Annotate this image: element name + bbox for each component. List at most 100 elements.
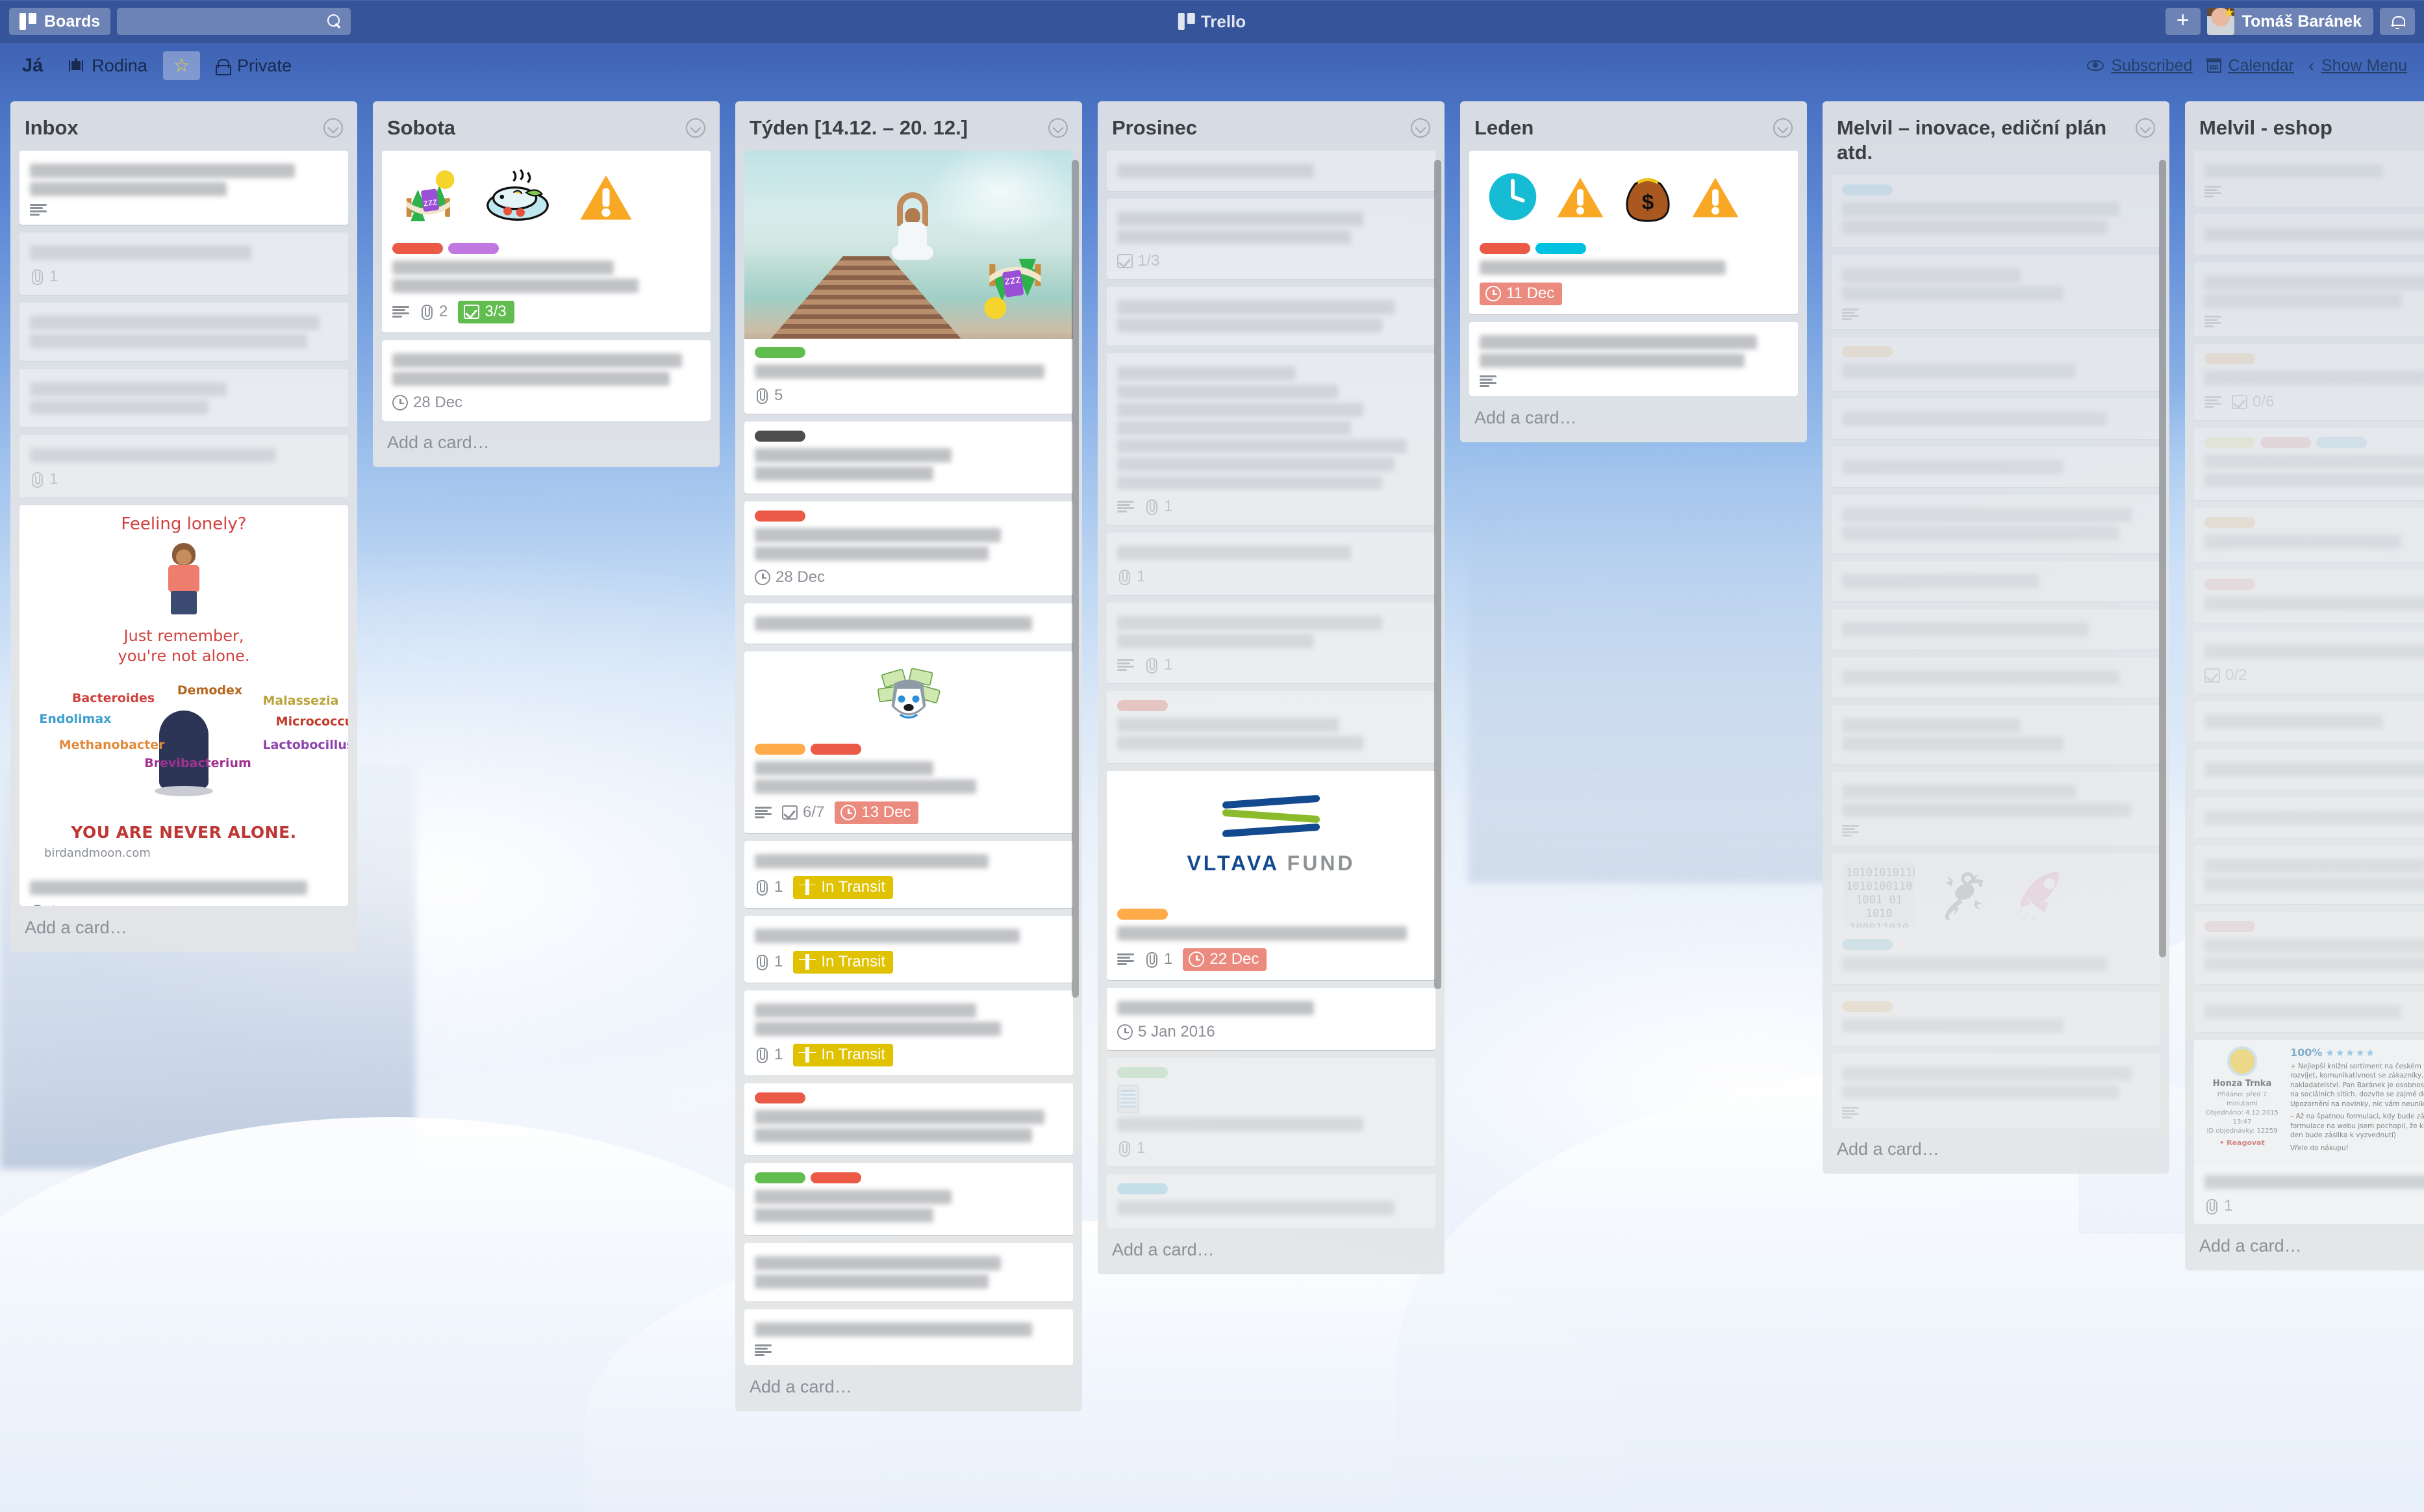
card[interactable] xyxy=(2194,750,2424,790)
card[interactable]: 28 Dec xyxy=(382,340,711,421)
card[interactable]: 1 xyxy=(1107,533,1435,595)
card[interactable]: 0/6 xyxy=(2194,344,2424,420)
card[interactable] xyxy=(1832,337,2160,391)
card[interactable] xyxy=(1832,399,2160,439)
card-label[interactable] xyxy=(448,243,499,254)
card[interactable] xyxy=(2194,912,2424,984)
card[interactable] xyxy=(2194,508,2424,562)
card[interactable] xyxy=(19,151,348,225)
card[interactable] xyxy=(744,1083,1073,1155)
card-label[interactable] xyxy=(1842,184,1893,195)
board-team[interactable]: Rodina xyxy=(58,51,158,81)
card[interactable] xyxy=(1107,287,1435,346)
add-card-button[interactable]: Add a card… xyxy=(10,906,357,952)
list-menu-button[interactable] xyxy=(1411,118,1430,138)
list-menu-button[interactable] xyxy=(1048,118,1068,138)
card-label[interactable] xyxy=(2204,353,2255,364)
card[interactable]: $ 11 Dec xyxy=(1469,151,1798,314)
list-menu-button[interactable] xyxy=(1773,118,1793,138)
search-box[interactable] xyxy=(117,8,351,35)
card[interactable] xyxy=(744,422,1073,494)
add-card-button[interactable]: Add a card… xyxy=(1460,396,1807,442)
card[interactable] xyxy=(1832,495,2160,553)
list-scrollbar[interactable] xyxy=(1072,160,1079,998)
card-label[interactable] xyxy=(1117,1067,1168,1078)
card-label[interactable] xyxy=(1842,939,1893,950)
add-card-button[interactable]: Add a card… xyxy=(735,1365,1082,1411)
card[interactable]: 1 xyxy=(1107,1058,1435,1166)
card[interactable] xyxy=(2194,701,2424,742)
list-menu-button[interactable] xyxy=(2136,118,2155,138)
card-label[interactable] xyxy=(2204,579,2255,590)
card-label[interactable] xyxy=(2316,437,2367,448)
card[interactable]: 5 Jan 2016 xyxy=(1107,988,1435,1050)
card-label[interactable] xyxy=(755,1092,805,1103)
add-card-button[interactable]: Add a card… xyxy=(1098,1228,1445,1274)
card-label[interactable] xyxy=(1842,346,1893,357)
card-label[interactable] xyxy=(1117,700,1168,711)
card[interactable] xyxy=(744,1163,1073,1235)
card-label[interactable] xyxy=(811,1172,861,1183)
board-title[interactable]: Já xyxy=(17,50,53,82)
notifications-button[interactable] xyxy=(2380,8,2415,35)
card[interactable] xyxy=(744,1309,1073,1365)
card[interactable] xyxy=(2194,846,2424,904)
card[interactable] xyxy=(1832,992,2160,1046)
list-title[interactable]: Týden [14.12. – 20. 12.] xyxy=(750,116,974,140)
board-star-button[interactable]: ☆ xyxy=(163,51,200,80)
card[interactable]: 28 Dec xyxy=(744,501,1073,596)
card-label[interactable] xyxy=(755,510,805,522)
card[interactable] xyxy=(1832,447,2160,487)
card[interactable] xyxy=(2194,151,2424,207)
search-input[interactable] xyxy=(126,13,327,30)
card-label[interactable] xyxy=(755,347,805,358)
calendar-link[interactable]: Calendar xyxy=(2207,57,2294,75)
list-title[interactable]: Prosinec xyxy=(1112,116,1204,140)
card-label[interactable] xyxy=(2204,437,2255,448)
card[interactable] xyxy=(2194,798,2424,838)
card-label[interactable] xyxy=(2204,921,2255,932)
card-label[interactable] xyxy=(392,243,443,254)
card[interactable] xyxy=(1832,705,2160,764)
card-label[interactable] xyxy=(1117,1183,1168,1194)
card[interactable] xyxy=(1107,151,1435,191)
card-label[interactable] xyxy=(1480,243,1530,254)
card-label[interactable] xyxy=(755,1172,805,1183)
list-title[interactable]: Inbox xyxy=(25,116,85,140)
card-label[interactable] xyxy=(2260,437,2311,448)
card[interactable] xyxy=(744,603,1073,644)
list-title[interactable]: Melvil - eshop xyxy=(2199,116,2339,140)
card[interactable]: Feeling lonely? Just remember, you're not … xyxy=(19,505,348,906)
list-title[interactable]: Melvil – inovace, ediční plán atd. xyxy=(1837,116,2136,165)
card[interactable]: 1 In Transit xyxy=(744,916,1073,983)
card[interactable]: 1 xyxy=(1107,353,1435,525)
card[interactable] xyxy=(2194,570,2424,624)
card[interactable]: 1 In Transit xyxy=(744,841,1073,908)
card-label[interactable] xyxy=(2204,517,2255,528)
card[interactable] xyxy=(744,1243,1073,1302)
card[interactable] xyxy=(1832,175,2160,247)
card-label[interactable] xyxy=(1842,1001,1893,1012)
card-label[interactable] xyxy=(1535,243,1586,254)
card-label[interactable] xyxy=(755,431,805,442)
card[interactable] xyxy=(1832,772,2160,846)
card[interactable] xyxy=(1107,691,1435,763)
card[interactable] xyxy=(1832,1053,2160,1128)
card[interactable] xyxy=(1832,561,2160,601)
list-menu-button[interactable] xyxy=(686,118,705,138)
card[interactable]: 1 xyxy=(19,233,348,295)
board-canvas[interactable]: Inbox 1 1 Feeling lonely? Just remember, you'… xyxy=(0,88,2424,1512)
list-scrollbar[interactable] xyxy=(1434,160,1441,989)
card[interactable] xyxy=(1469,322,1798,396)
card[interactable] xyxy=(1832,255,2160,329)
card[interactable]: 1 xyxy=(19,435,348,498)
card[interactable] xyxy=(1107,1174,1435,1228)
card[interactable]: 1 xyxy=(1107,603,1435,683)
card[interactable]: Honza Trnka Přidáno: před 7 minutami Objed… xyxy=(2194,1040,2424,1224)
card[interactable] xyxy=(1832,657,2160,698)
add-button[interactable]: + xyxy=(2165,8,2201,35)
card[interactable]: 0/2 xyxy=(2194,631,2424,694)
user-menu[interactable]: ★ Tomáš Baránek xyxy=(2207,8,2373,35)
boards-button[interactable]: Boards xyxy=(9,8,110,35)
card[interactable]: zzz 2 3/3 xyxy=(382,151,711,333)
